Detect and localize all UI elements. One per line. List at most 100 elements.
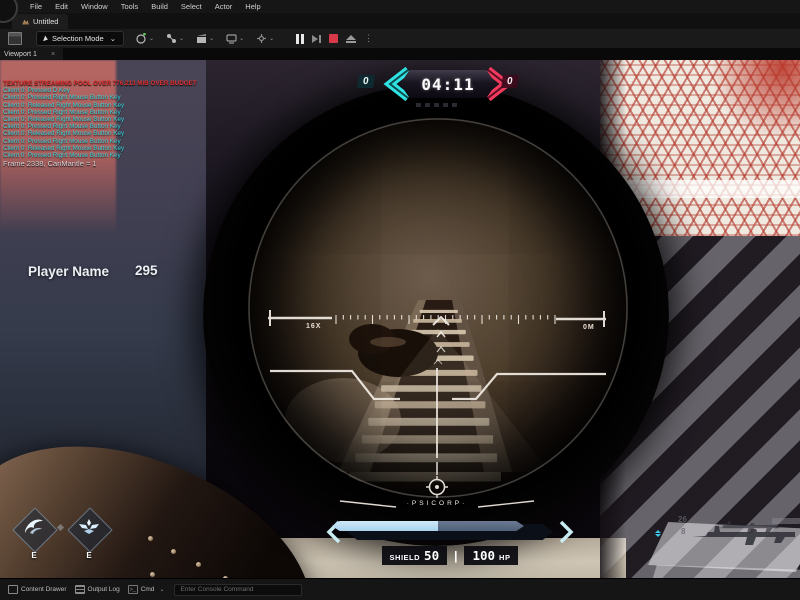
chevron-down-icon: ⌄: [179, 36, 185, 42]
debug-overlay: TEXTURE STREAMING POOL OVER 776.213 MiB …: [3, 80, 197, 169]
save-icon[interactable]: [8, 32, 22, 45]
shield-label: SHIELD: [389, 553, 421, 562]
menu-item[interactable]: Build: [151, 2, 168, 11]
timer-subtext-blur: [416, 103, 460, 107]
cinematics-button[interactable]: ⌄: [196, 33, 214, 44]
chevron-down-icon: ⌄: [269, 36, 275, 42]
input-log-line: Client 0: Pressed Right Mouse Button Key: [3, 94, 121, 102]
output-log-button[interactable]: Output Log: [74, 585, 120, 594]
rivet: [148, 536, 153, 541]
eject-icon[interactable]: [346, 34, 357, 43]
score-left: 0: [357, 75, 375, 88]
player-tag: Player Name 295: [28, 263, 248, 281]
hp-remainder: [437, 521, 524, 531]
settings-icon: [256, 33, 267, 44]
platforms-button[interactable]: ⌄: [226, 33, 244, 44]
tab-untitled-level[interactable]: Untitled: [12, 14, 69, 29]
scope-scene: [285, 300, 550, 482]
chevron-down-icon: ⌄: [109, 34, 116, 43]
selection-mode-dropdown[interactable]: Selection Mode ⌄: [36, 31, 124, 46]
vitals-divider: |: [454, 548, 458, 563]
rivet: [150, 572, 155, 577]
input-log-line: Client 0: Pressed Right Mouse Button Key: [3, 108, 121, 116]
vitals-hud: SHIELD 50 | 100 HP: [325, 518, 575, 574]
tab-label: Untitled: [33, 17, 59, 26]
vitals-readout: SHIELD 50 | 100 HP: [325, 546, 575, 565]
cmd-dropdown[interactable]: >_ Cmd ⌄: [127, 585, 165, 594]
scope-view: [248, 118, 628, 498]
menu-item[interactable]: Help: [245, 2, 260, 11]
shield-fill: [332, 521, 438, 531]
chevron-down-icon: ⌄: [209, 36, 215, 42]
output-log-icon: [74, 585, 85, 594]
input-log-line: Client 0: Pressed Right Mouse Button Key: [3, 152, 121, 160]
viewport-tab-row: Viewport 1 ×: [0, 48, 800, 60]
add-actor-button[interactable]: ⌄: [136, 33, 154, 44]
output-log-label: Output Log: [87, 586, 120, 593]
level-icon: [22, 19, 29, 25]
health-bar-fill: [332, 521, 524, 531]
menu-item[interactable]: Tools: [121, 2, 139, 11]
score-right: 0: [501, 75, 519, 88]
unreal-editor-window: 26 8 16X 0M ·PSICORP· TEXTURE STREAMING …: [0, 0, 800, 600]
menu-bar: File Edit Window Tools Build Select Actor Help: [0, 0, 800, 13]
menu-item[interactable]: Edit: [55, 2, 68, 11]
menu-item[interactable]: File: [30, 2, 42, 11]
shield-value: 50: [424, 548, 440, 563]
add-actor-icon: [136, 33, 147, 44]
platforms-icon: [226, 33, 237, 44]
chevron-down-icon: ⌄: [149, 36, 155, 42]
console-command-input[interactable]: [174, 583, 303, 596]
clapperboard-icon: [196, 33, 207, 44]
close-icon[interactable]: ×: [51, 51, 55, 58]
ability-keybind: E: [86, 551, 92, 560]
pickup-count: 8: [681, 527, 686, 536]
shield-badge: SHIELD 50: [381, 546, 448, 565]
pause-icon[interactable]: [296, 33, 305, 44]
status-bar: Content Drawer Output Log >_ Cmd ⌄: [0, 578, 800, 600]
jet-wings-icon: [79, 519, 99, 534]
chevron-down-icon: ⌄: [159, 587, 165, 593]
input-log-line: Client 0: Released Right Mouse Button Ke…: [3, 130, 125, 138]
viewport-tab-label: Viewport 1: [4, 50, 37, 58]
more-options-icon[interactable]: ⋮: [364, 34, 373, 43]
frame-debug-line: Frame 2338, CanMantle = 1: [3, 159, 97, 169]
wing-swirl-icon: [25, 519, 43, 534]
tab-viewport-1[interactable]: Viewport 1 ×: [0, 48, 64, 60]
input-log-line: Client 0: Released Right Mouse Button Ke…: [3, 144, 125, 152]
menu-item[interactable]: Window: [81, 2, 108, 11]
cursor-icon: [43, 34, 49, 43]
hp-label: HP: [499, 553, 511, 562]
cmd-label: Cmd: [140, 586, 155, 593]
input-log-list: Client 0: Pressed D Key Client 0: Pressed…: [3, 87, 197, 159]
hex-wall-red-blotch: [710, 60, 800, 140]
player-name: Player Name: [28, 264, 110, 279]
content-drawer-button[interactable]: Content Drawer: [8, 585, 67, 594]
selection-mode-label: Selection Mode: [52, 34, 104, 43]
input-log-line: Client 0: Pressed Right Mouse Button Key: [3, 137, 121, 145]
frame-step-icon[interactable]: [312, 34, 322, 43]
stop-icon[interactable]: [329, 34, 339, 43]
rivet: [171, 549, 176, 554]
content-drawer-label: Content Drawer: [21, 586, 67, 593]
hp-value: 100: [472, 548, 496, 563]
pickup-count: 26: [678, 515, 687, 524]
match-timer: 04:11: [421, 74, 475, 94]
menu-item[interactable]: Select: [181, 2, 202, 11]
pickup-icon: [655, 530, 661, 537]
hp-badge: 100 HP: [464, 546, 519, 565]
match-timer-hud: 0 04:11 0: [352, 66, 524, 110]
player-points: 295: [135, 263, 158, 278]
settings-button[interactable]: ⌄: [256, 33, 274, 44]
timer-panel: 04:11: [400, 70, 496, 98]
game-viewport[interactable]: 26 8 16X 0M ·PSICORP· TEXTURE STREAMING …: [0, 60, 800, 578]
editor-toolbar: Selection Mode ⌄ ⌄ ⌄ ⌄ ⌄ ⌄ ⋮: [0, 29, 800, 48]
play-controls: ⋮: [296, 33, 373, 44]
scope-magnification-label: 16X: [306, 323, 322, 330]
blueprints-button[interactable]: ⌄: [166, 33, 184, 44]
menu-item[interactable]: Actor: [215, 2, 233, 11]
blueprint-icon: [166, 33, 177, 44]
scope-distance-label: 0M: [583, 324, 595, 331]
input-log-line: Client 0: Released Right Mouse Button Ke…: [3, 101, 125, 109]
pickup-label-blur: [772, 518, 800, 524]
